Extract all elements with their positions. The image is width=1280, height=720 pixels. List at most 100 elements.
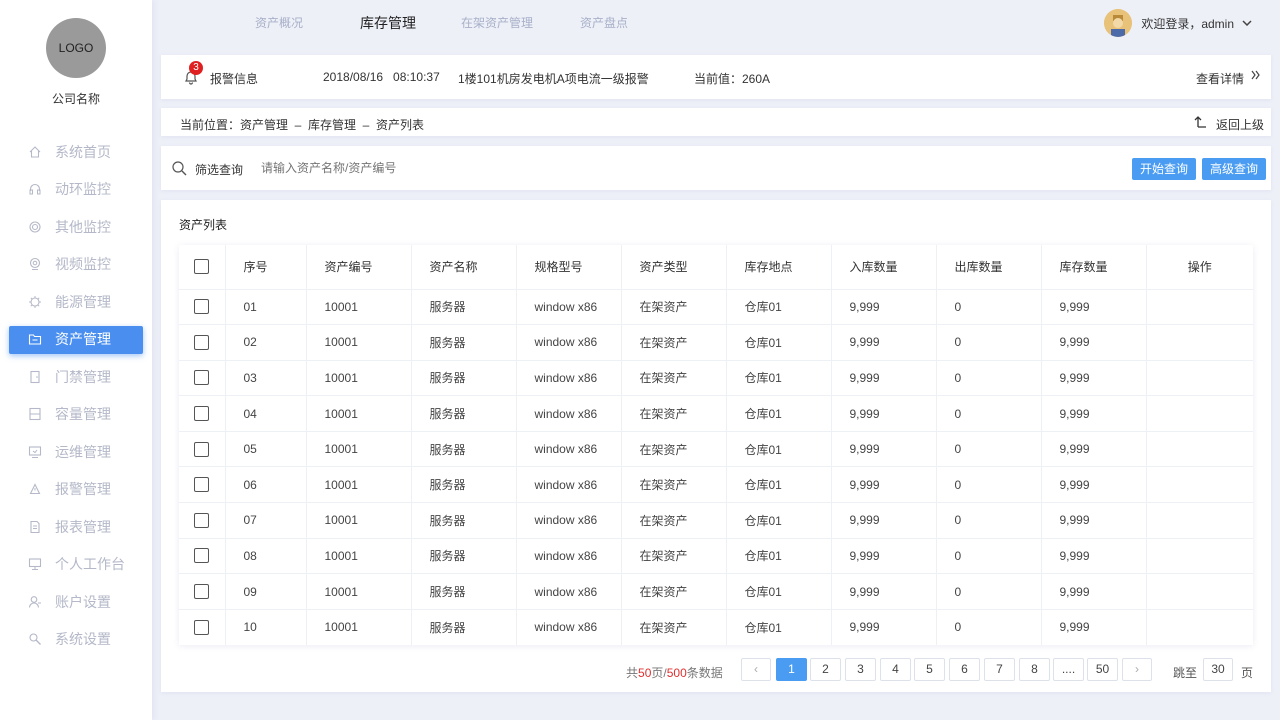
row-checkbox[interactable] xyxy=(194,512,209,528)
user-menu[interactable]: 欢迎登录，admin xyxy=(1104,9,1252,37)
pagination: 共50页/500条数据 ‹ 1 2 3 4 5 6 7 8.... 50 › 跳至 30 页 xyxy=(0,657,1280,681)
sidebar-item-12[interactable]: 账户设置 xyxy=(0,583,152,621)
table-cell[interactable] xyxy=(1146,573,1253,610)
column-header: 出库数量 xyxy=(936,245,1042,289)
table-cell: 仓库01 xyxy=(726,537,832,574)
sidebar-item-13[interactable]: 系统设置 xyxy=(0,621,152,659)
page-button[interactable]: 4 xyxy=(880,658,911,681)
total-pages: 50 xyxy=(638,666,652,680)
advanced-search-button[interactable]: 高级查询 xyxy=(1202,158,1267,180)
return-icon[interactable] xyxy=(1194,115,1208,132)
table-cell: 03 xyxy=(225,359,307,396)
row-checkbox[interactable] xyxy=(194,370,209,386)
table-cell[interactable] xyxy=(1146,430,1253,467)
table-row: 02 10001 服务器 window x86 在架资产 仓库01 9,999 0 9,999 xyxy=(179,324,1253,361)
row-checkbox[interactable] xyxy=(194,584,209,600)
column-header: 库存数量 xyxy=(1041,245,1147,289)
select-all-checkbox[interactable] xyxy=(194,259,209,275)
tab-inventory-management[interactable]: 库存管理 xyxy=(360,13,416,33)
next-page-button[interactable]: › xyxy=(1122,658,1152,681)
start-search-button[interactable]: 开始查询 xyxy=(1132,158,1197,180)
sidebar-item-label: 容量管理 xyxy=(55,406,111,423)
table-cell: 0 xyxy=(936,573,1042,610)
table-cell: window x86 xyxy=(516,573,622,610)
sidebar-item-label: 账户设置 xyxy=(55,593,111,610)
table-cell: 9,999 xyxy=(831,324,937,361)
row-checkbox[interactable] xyxy=(194,619,209,635)
table-cell: 9,999 xyxy=(831,537,937,574)
table-cell: 在架资产 xyxy=(621,395,727,432)
view-details-link[interactable]: 查看详情 xyxy=(1196,70,1244,87)
page-button[interactable]: 2 xyxy=(810,658,841,681)
row-checkbox[interactable] xyxy=(194,548,209,564)
tab-asset-inventory-check[interactable]: 资产盘点 xyxy=(580,14,628,31)
page-button[interactable]: 50 xyxy=(1087,658,1118,681)
prev-page-button[interactable]: ‹ xyxy=(741,658,771,681)
page-button[interactable]: .... xyxy=(1053,658,1084,681)
double-chevron-right-icon[interactable] xyxy=(1251,68,1261,85)
sidebar-item-6[interactable]: 门禁管理 xyxy=(0,358,152,396)
tab-asset-overview[interactable]: 资产概况 xyxy=(255,14,303,31)
table-cell: 服务器 xyxy=(411,466,517,503)
table-cell: 仓库01 xyxy=(726,466,832,503)
table-cell: 10001 xyxy=(306,430,412,467)
sidebar-item-0[interactable]: 系统首页 xyxy=(0,133,152,171)
table-cell: 9,999 xyxy=(831,288,937,325)
table-cell: 仓库01 xyxy=(726,608,832,645)
table-cell: 仓库01 xyxy=(726,359,832,396)
page-button[interactable]: 1 xyxy=(776,658,807,681)
table-cell[interactable] xyxy=(1146,359,1253,396)
table-cell: window x86 xyxy=(516,537,622,574)
filter-label: 筛选查询 xyxy=(195,163,244,177)
row-checkbox[interactable] xyxy=(194,406,209,422)
sidebar-item-5[interactable]: 资产管理 xyxy=(0,321,152,359)
page-button[interactable]: 6 xyxy=(949,658,980,681)
row-checkbox[interactable] xyxy=(194,441,209,457)
sidebar-item-8[interactable]: 运维管理 xyxy=(0,433,152,471)
table-cell: 9,999 xyxy=(831,359,937,396)
welcome-text: 欢迎登录，admin xyxy=(1141,16,1234,31)
page-button[interactable]: 7 xyxy=(984,658,1015,681)
sidebar-item-10[interactable]: 报表管理 xyxy=(0,508,152,546)
row-checkbox[interactable] xyxy=(194,299,209,315)
table-cell[interactable] xyxy=(1146,502,1253,539)
row-select-cell xyxy=(179,502,226,539)
sidebar-item-3[interactable]: 视频监控 xyxy=(0,246,152,284)
asset-list-panel: 资产列表 序号 资产编号 资产名称 规格型号 资产类型 库存地点 入库数量 出库数量 库存数量 操… xyxy=(161,200,1271,692)
table-cell: 10001 xyxy=(306,395,412,432)
sidebar-item-1[interactable]: 动环监控 xyxy=(0,171,152,209)
search-input[interactable] xyxy=(261,158,681,178)
back-link[interactable]: 返回上级 xyxy=(1216,116,1264,133)
row-select-cell xyxy=(179,430,226,467)
page-button[interactable]: 3 xyxy=(845,658,876,681)
table-cell: 06 xyxy=(225,466,307,503)
sidebar-item-11[interactable]: 个人工作台 xyxy=(0,546,152,584)
settings-icon xyxy=(28,632,42,646)
jump-page-input[interactable]: 30 xyxy=(1203,658,1233,681)
table-cell[interactable] xyxy=(1146,608,1253,645)
page-button[interactable]: 5 xyxy=(914,658,945,681)
row-checkbox[interactable] xyxy=(194,334,209,350)
table-cell[interactable] xyxy=(1146,324,1253,361)
sidebar-item-7[interactable]: 容量管理 xyxy=(0,396,152,434)
sidebar-item-2[interactable]: 其他监控 xyxy=(0,208,152,246)
tab-racked-assets[interactable]: 在架资产管理 xyxy=(461,14,533,31)
sidebar-item-9[interactable]: 报警管理 xyxy=(0,471,152,509)
table-row: 03 10001 服务器 window x86 在架资产 仓库01 9,999 0 9,999 xyxy=(179,359,1253,396)
table-cell: 仓库01 xyxy=(726,288,832,325)
table-row: 09 10001 服务器 window x86 在架资产 仓库01 9,999 0 9,999 xyxy=(179,573,1253,610)
table-cell[interactable] xyxy=(1146,395,1253,432)
table-cell[interactable] xyxy=(1146,288,1253,325)
table-cell: window x86 xyxy=(516,430,622,467)
row-checkbox[interactable] xyxy=(194,477,209,493)
column-header: 资产类型 xyxy=(621,245,727,289)
row-select-cell xyxy=(179,288,226,325)
table-cell: 9,999 xyxy=(1041,608,1147,645)
page-button[interactable]: 8 xyxy=(1019,658,1050,681)
column-header: 资产名称 xyxy=(411,245,517,289)
table-cell[interactable] xyxy=(1146,537,1253,574)
sidebar-item-4[interactable]: 能源管理 xyxy=(0,283,152,321)
table-cell[interactable] xyxy=(1146,466,1253,503)
sidebar-item-label: 报警管理 xyxy=(55,481,111,498)
table-cell: 9,999 xyxy=(1041,466,1147,503)
